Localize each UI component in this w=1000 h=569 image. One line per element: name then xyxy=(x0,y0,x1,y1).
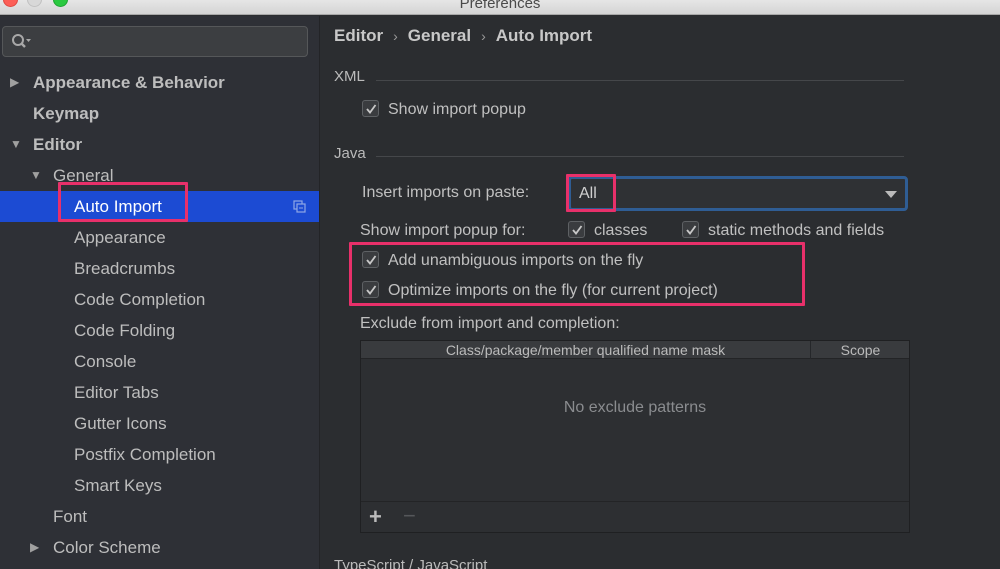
section-divider xyxy=(376,156,904,157)
sidebar-item-gutter-icons[interactable]: Gutter Icons xyxy=(0,408,319,439)
checkbox-checked-icon xyxy=(568,221,585,239)
checkbox-checked-icon xyxy=(362,281,379,299)
sidebar-item-label: Smart Keys xyxy=(74,476,162,495)
sidebar-item-appearance-behavior[interactable]: ▶ Appearance & Behavior xyxy=(0,67,319,98)
breadcrumb-editor[interactable]: Editor xyxy=(334,26,383,45)
add-pattern-button[interactable]: + xyxy=(369,504,382,530)
breadcrumb-auto-import: Auto Import xyxy=(495,26,593,45)
sidebar-item-appearance[interactable]: Appearance xyxy=(0,222,319,253)
sidebar-item-label: Editor Tabs xyxy=(74,383,159,402)
expanded-arrow-icon[interactable]: ▼ xyxy=(30,160,42,191)
sidebar-item-label: Font xyxy=(53,507,88,526)
insert-imports-label: Insert imports on paste: xyxy=(362,184,530,201)
sidebar-item-keymap[interactable]: Keymap xyxy=(0,98,319,129)
sidebar-item-label: Postfix Completion xyxy=(74,445,216,464)
sidebar-item-label: General xyxy=(53,166,114,185)
sidebar-item-label: Keymap xyxy=(33,104,100,123)
search-icon xyxy=(12,34,31,48)
sidebar-item-label: Breadcrumbs xyxy=(74,259,176,278)
section-divider xyxy=(376,80,904,81)
breadcrumb-separator: › xyxy=(481,28,486,44)
optimize-imports-checkbox[interactable]: Optimize imports on the fly (for current… xyxy=(362,281,718,301)
add-unambiguous-imports-checkbox[interactable]: Add unambiguous imports on the fly xyxy=(362,251,643,271)
xml-show-import-popup-checkbox[interactable]: Show import popup xyxy=(362,100,526,120)
sidebar-item-code-folding[interactable]: Code Folding xyxy=(0,315,319,346)
section-title-typescript: TypeScript / JavaScript xyxy=(334,557,488,569)
sidebar-item-color-scheme[interactable]: ▶ Color Scheme xyxy=(0,532,319,563)
column-header-scope[interactable]: Scope xyxy=(812,341,909,359)
chevron-down-icon xyxy=(885,191,897,198)
sidebar-item-auto-import[interactable]: Auto Import xyxy=(0,191,319,222)
sidebar-item-label: Editor xyxy=(33,135,83,154)
sidebar-item-postfix-completion[interactable]: Postfix Completion xyxy=(0,439,319,470)
sidebar-item-smart-keys[interactable]: Smart Keys xyxy=(0,470,319,501)
table-toolbar: + − xyxy=(361,501,909,532)
insert-imports-value: All xyxy=(579,185,597,202)
window-title: Preferences xyxy=(459,0,541,12)
expanded-arrow-icon[interactable]: ▼ xyxy=(10,129,22,160)
project-settings-icon xyxy=(293,200,306,213)
sidebar-item-label: Console xyxy=(74,352,137,371)
insert-imports-dropdown[interactable]: All xyxy=(568,176,908,211)
popup-static-methods-checkbox[interactable]: static methods and fields xyxy=(682,221,884,241)
table-empty-text: No exclude patterns xyxy=(563,399,707,416)
sidebar-item-label: Code Folding xyxy=(74,321,176,340)
sidebar-item-font[interactable]: Font xyxy=(0,501,319,532)
sidebar-item-code-completion[interactable]: Code Completion xyxy=(0,284,319,315)
sidebar-item-label: Appearance & Behavior xyxy=(33,73,225,92)
exclude-label: Exclude from import and completion: xyxy=(360,315,620,332)
sidebar-item-label: Code Completion xyxy=(74,290,206,309)
checkbox-checked-icon xyxy=(362,100,379,118)
sidebar-item-label: Gutter Icons xyxy=(74,414,167,433)
column-header-mask[interactable]: Class/package/member qualified name mask xyxy=(361,341,811,359)
checkbox-checked-icon xyxy=(682,221,699,239)
settings-content: Editor › General › Auto Import XML Show impo… xyxy=(320,16,1000,569)
sidebar-item-console[interactable]: Console xyxy=(0,346,319,377)
settings-search-input[interactable] xyxy=(2,26,308,57)
section-title-java: Java xyxy=(334,145,366,162)
show-popup-for-label: Show import popup for: xyxy=(360,222,526,239)
title-bar: Preferences xyxy=(0,0,1000,15)
collapsed-arrow-icon[interactable]: ▶ xyxy=(10,67,19,98)
sidebar-item-label: Color Scheme xyxy=(53,538,161,557)
sidebar-item-editor[interactable]: ▼ Editor xyxy=(0,129,319,160)
table-header: Class/package/member qualified name mask… xyxy=(361,341,909,359)
settings-sidebar: ▶ Appearance & Behavior Keymap ▼ Editor ▼ Gene… xyxy=(0,16,319,569)
checkbox-checked-icon xyxy=(362,251,379,269)
section-title-xml: XML xyxy=(334,68,365,85)
sidebar-item-editor-tabs[interactable]: Editor Tabs xyxy=(0,377,319,408)
sidebar-item-general[interactable]: ▼ General xyxy=(0,160,319,191)
collapsed-arrow-icon[interactable]: ▶ xyxy=(30,532,39,563)
sidebar-item-label: Auto Import xyxy=(74,197,162,216)
breadcrumb-separator: › xyxy=(393,28,398,44)
breadcrumb: Editor › General › Auto Import xyxy=(334,26,592,46)
breadcrumb-general[interactable]: General xyxy=(408,26,471,45)
exclude-patterns-table: Class/package/member qualified name mask… xyxy=(360,340,910,533)
remove-pattern-button[interactable]: − xyxy=(403,503,416,529)
sidebar-item-label: Appearance xyxy=(74,228,166,247)
sidebar-item-breadcrumbs[interactable]: Breadcrumbs xyxy=(0,253,319,284)
popup-classes-checkbox[interactable]: classes xyxy=(568,221,647,241)
